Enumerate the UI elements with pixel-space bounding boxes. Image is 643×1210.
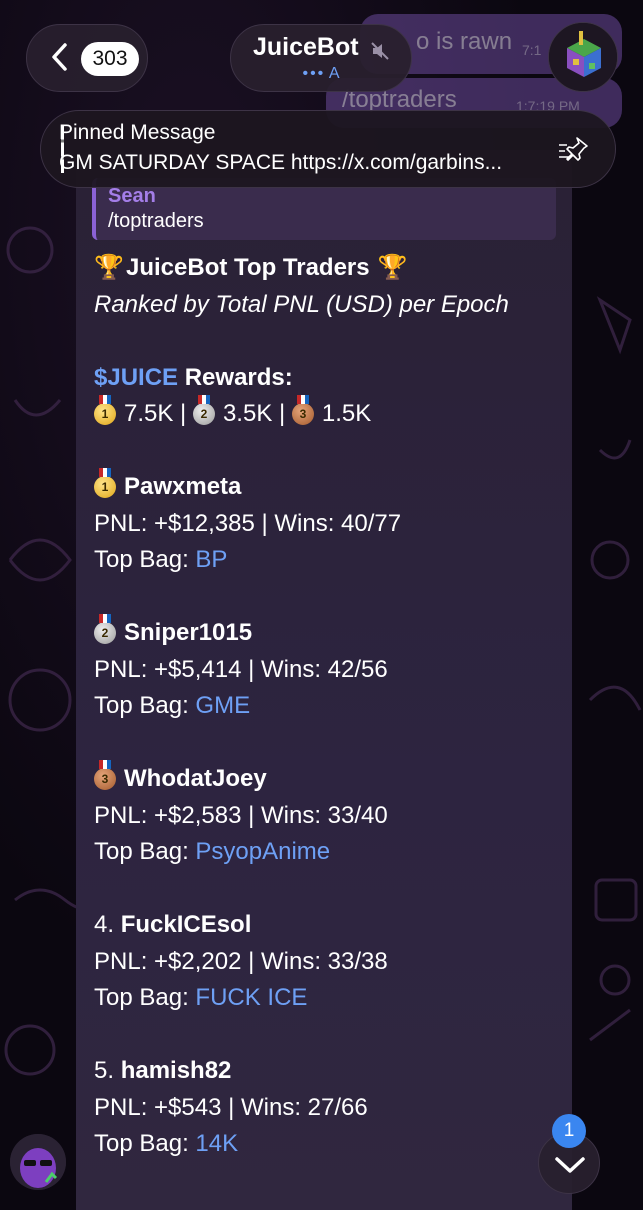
chat-avatar[interactable] <box>548 22 618 92</box>
leaderboard-title-line: 🏆JuiceBot Top Traders 🏆 <box>94 250 564 287</box>
chat-status-text: A <box>328 65 340 82</box>
outgoing-message-text: o is rawn <box>416 28 513 55</box>
chat-title-button[interactable]: JuiceBot ••• A <box>230 24 412 92</box>
sender-avatar-icon <box>10 1134 66 1190</box>
trader-name: WhodatJoey <box>124 765 267 792</box>
reward-bronze: 1.5K <box>321 400 372 427</box>
typing-dots-icon: ••• <box>302 65 326 82</box>
trader-name-line: 4. FuckICEsol <box>94 907 564 944</box>
outgoing-message-time: 7:1 <box>522 42 542 58</box>
trader-name: FuckICEsol <box>120 911 252 938</box>
reply-text: /toptraders <box>108 210 204 232</box>
trader-name: Pawxmeta <box>124 473 242 500</box>
trader-name-line: 5. hamish82 <box>94 1053 564 1090</box>
top-bag-label: Top Bag: <box>94 692 196 719</box>
silver-medal-icon: 2 <box>94 614 116 644</box>
message-content: 🏆JuiceBot Top Traders 🏆 Ranked by Total P… <box>94 250 564 1163</box>
trader-top-bag: Top Bag: 14K <box>94 1126 564 1163</box>
pin-icon[interactable] <box>557 135 593 165</box>
trader-top-bag: Top Bag: BP <box>94 542 564 579</box>
mute-icon <box>371 42 389 60</box>
bronze-medal-icon: 3 <box>291 395 314 425</box>
chat-status: ••• A <box>231 65 411 83</box>
rewards-line: 1 7.5K | 2 3.5K | 3 1.5K <box>94 395 564 433</box>
pinned-title: Pinned Message <box>59 121 216 144</box>
trader-name: hamish82 <box>120 1057 232 1084</box>
top-bag-link[interactable]: BP <box>195 546 227 573</box>
trader-pnl: PNL: +$543 | Wins: 27/66 <box>94 1093 368 1121</box>
trader-name: Sniper1015 <box>124 619 253 646</box>
juice-cashtag-link[interactable]: $JUICE <box>94 364 178 391</box>
rewards-heading: $JUICE Rewards: <box>94 360 564 397</box>
trader-top-bag: Top Bag: PsyopAnime <box>94 834 564 871</box>
trophy-icon: 🏆 <box>94 254 124 281</box>
gold-medal-icon: 1 <box>94 395 116 425</box>
trader-pnl: PNL: +$2,202 | Wins: 33/38 <box>94 947 388 975</box>
top-bag-link[interactable]: FUCK ICE <box>195 984 307 1011</box>
trader-rank: 4. <box>94 911 121 938</box>
unread-badge: 1 <box>552 1114 586 1148</box>
reward-silver: 3.5K <box>222 400 273 427</box>
back-chevron-icon <box>52 43 67 71</box>
pinned-text: GM SATURDAY SPACE https://x.com/garbins.… <box>59 151 503 174</box>
trader-name-line: 3 WhodatJoey <box>94 760 564 798</box>
trader-top-bag: Top Bag: FUCK ICE <box>94 980 564 1017</box>
leaderboard-subtitle: Ranked by Total PNL (USD) per Epoch <box>94 290 509 318</box>
silver-medal-icon: 2 <box>192 395 215 425</box>
top-bag-link[interactable]: 14K <box>195 1130 238 1157</box>
trader-rank: 5. <box>94 1057 121 1084</box>
top-bag-label: Top Bag: <box>94 1130 196 1157</box>
trader-name-line: 2 Sniper1015 <box>94 614 564 652</box>
gold-medal-icon: 1 <box>94 468 116 498</box>
sender-avatar[interactable] <box>10 1134 66 1190</box>
trader-pnl: PNL: +$5,414 | Wins: 42/56 <box>94 655 388 683</box>
unread-chats-count: 303 <box>81 42 139 76</box>
chat-title: JuiceBot <box>253 33 359 61</box>
top-bag-link[interactable]: PsyopAnime <box>195 838 330 865</box>
trader-pnl: PNL: +$2,583 | Wins: 33/40 <box>94 801 388 829</box>
trophy-icon: 🏆 <box>377 254 408 281</box>
rewards-label: Rewards: <box>178 363 293 391</box>
top-bag-label: Top Bag: <box>94 838 196 865</box>
trader-name-line: 1 Pawxmeta <box>94 468 564 506</box>
pinned-message-bar[interactable]: Pinned Message GM SATURDAY SPACE https:/… <box>40 110 616 188</box>
reward-gold: 7.5K <box>124 400 174 427</box>
trader-top-bag: Top Bag: GME <box>94 688 564 725</box>
top-bag-label: Top Bag: <box>94 546 196 573</box>
bronze-medal-icon: 3 <box>94 760 116 790</box>
juicebot-avatar-icon <box>549 23 617 91</box>
trader-pnl: PNL: +$12,385 | Wins: 40/77 <box>94 509 402 537</box>
top-bag-link[interactable]: GME <box>195 692 250 719</box>
top-bag-label: Top Bag: <box>94 984 196 1011</box>
back-button[interactable]: 303 <box>26 24 148 92</box>
leaderboard-title: JuiceBot Top Traders <box>126 254 370 281</box>
